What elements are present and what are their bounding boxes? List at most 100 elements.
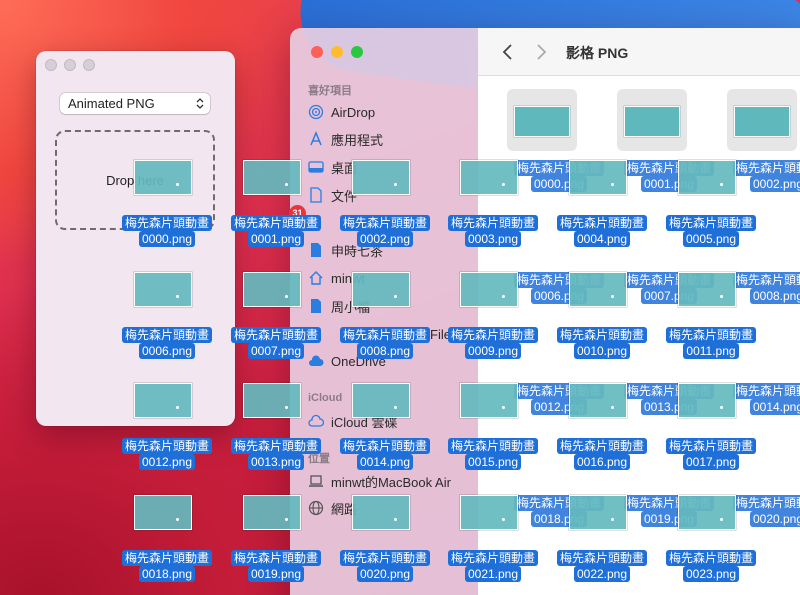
- minimize-button[interactable]: [64, 59, 76, 71]
- file-name-number: 0005.png: [682, 231, 740, 247]
- file-thumbnail: [352, 383, 410, 418]
- file-thumbnail: [460, 495, 518, 530]
- file-name-prefix: 梅先森片頭動畫: [121, 215, 212, 231]
- file-name-prefix: 梅先森片頭動畫: [230, 550, 321, 566]
- file-name-number: 0020.png: [356, 566, 414, 582]
- file-name-prefix: 梅先森片頭動畫: [665, 550, 756, 566]
- file-name-prefix: 梅先森片頭動畫: [447, 438, 538, 454]
- favorites-header: 喜好項目: [308, 85, 352, 97]
- sidebar-item-label: 應用程式: [331, 132, 384, 148]
- dragged-file[interactable]: 梅先森片頭動畫 0007.png: [226, 272, 336, 370]
- file-label: 梅先森片頭動畫 0003.png: [443, 215, 543, 247]
- back-icon[interactable]: [500, 42, 516, 62]
- dragged-file[interactable]: 梅先森片頭動畫 0003.png: [443, 160, 553, 258]
- file-label: 梅先森片頭動畫 0017.png: [661, 438, 761, 470]
- file-label: 梅先森片頭動畫 0011.png: [661, 327, 761, 359]
- file-name-number: 0003.png: [464, 231, 522, 247]
- file-name-number: 0023.png: [682, 566, 740, 582]
- file-thumbnail: [569, 383, 627, 418]
- file-label: 梅先森片頭動畫 0009.png: [443, 327, 543, 359]
- dragged-file[interactable]: 梅先森片頭動畫 0021.png: [443, 495, 553, 593]
- file-name-prefix: 梅先森片頭動畫: [121, 327, 212, 343]
- close-button[interactable]: [45, 59, 57, 71]
- file-label: 梅先森片頭動畫0020.png: [335, 550, 435, 582]
- file-name-number: 0011.png: [683, 343, 739, 359]
- dragged-file[interactable]: 梅先森片頭動畫 0006.png: [117, 272, 227, 370]
- dragged-file[interactable]: 梅先森片頭動畫 0009.png: [443, 272, 553, 370]
- file-thumbnail: [678, 383, 736, 418]
- format-select-value: Animated PNG: [68, 96, 155, 111]
- dragged-file[interactable]: 梅先森片頭動畫 0004.png: [552, 160, 662, 258]
- file-name-number: 0017.png: [682, 454, 740, 470]
- file-name-number: 0000.png: [138, 231, 196, 247]
- dragged-file[interactable]: 梅先森片頭動畫 0005.png: [661, 160, 771, 258]
- file-name-prefix: 梅先森片頭動畫: [339, 438, 430, 454]
- chevron-updown-icon: [196, 98, 204, 109]
- dragged-file[interactable]: 梅先森片頭動畫 0019.png: [226, 495, 336, 593]
- dragged-file[interactable]: 梅先森片頭動畫 0018.png: [117, 495, 227, 593]
- sidebar-item-label: AirDrop: [331, 104, 376, 120]
- dragged-file[interactable]: 梅先森片頭動畫 0010.png: [552, 272, 662, 370]
- file-label: 梅先森片頭動畫 0023.png: [661, 550, 761, 582]
- file-thumbnail: [569, 495, 627, 530]
- file-name-prefix: 梅先森片頭動畫: [230, 438, 321, 454]
- file-name-prefix: 梅先森片頭動畫: [447, 327, 538, 343]
- file-thumbnail: [352, 272, 410, 307]
- dragged-file[interactable]: 梅先森片頭動畫 0016.png: [552, 383, 662, 481]
- file-name-prefix: 梅先森片頭動畫: [121, 550, 212, 566]
- dragged-file[interactable]: 梅先森片頭動畫 0015.png: [443, 383, 553, 481]
- dragged-file[interactable]: 梅先森片頭動畫 0002.png: [335, 160, 445, 258]
- file-label: 梅先森片頭動畫 0007.png: [226, 327, 326, 359]
- file-thumbnail: [243, 160, 301, 195]
- applications-icon: [310, 131, 322, 146]
- dragged-file[interactable]: 梅先森片頭動畫 0008.png: [335, 272, 445, 370]
- file-name-prefix: 梅先森片頭動畫: [339, 215, 430, 231]
- zoom-button[interactable]: [83, 59, 95, 71]
- minimize-button[interactable]: [331, 46, 343, 58]
- dragged-file[interactable]: 梅先森片頭動畫 0011.png: [661, 272, 771, 370]
- airdrop-icon: [308, 104, 324, 120]
- zoom-button[interactable]: [351, 46, 363, 58]
- file-thumbnail: [460, 383, 518, 418]
- file-thumbnail: [460, 272, 518, 307]
- file-label: 梅先森片頭動畫 0016.png: [552, 438, 652, 470]
- format-select[interactable]: Animated PNG: [60, 93, 210, 114]
- file-thumbnail: [243, 272, 301, 307]
- dragged-file[interactable]: 梅先森片頭動畫 0020.png: [335, 495, 445, 593]
- sidebar-item-airdrop[interactable]: AirDrop: [308, 102, 375, 122]
- file-thumbnail: [569, 272, 627, 307]
- sidebar-item-applications[interactable]: 應用程式: [308, 129, 383, 149]
- dragged-file[interactable]: 梅先森片頭動畫 0022.png: [552, 495, 662, 593]
- file-name-number: 0008.png: [356, 343, 414, 359]
- file-name-prefix: 梅先森片頭動畫: [447, 550, 538, 566]
- file-name-prefix: 梅先森片頭動畫: [556, 327, 647, 343]
- file-label: 梅先森片頭動畫0008.png: [335, 327, 435, 359]
- file-label: 梅先森片頭動畫 0012.png: [117, 438, 217, 470]
- dragged-file[interactable]: 梅先森片頭動畫 0012.png: [117, 383, 227, 481]
- close-button[interactable]: [311, 46, 323, 58]
- file-thumbnail: [569, 160, 627, 195]
- dragged-file[interactable]: 梅先森片頭動畫 0017.png: [661, 383, 771, 481]
- file-name-number: 0022.png: [573, 566, 631, 582]
- file-label: 梅先森片頭動畫 0006.png: [117, 327, 217, 359]
- file-name-number: 0009.png: [464, 343, 522, 359]
- finder-toolbar: 影格 PNG: [478, 28, 800, 76]
- dragged-file[interactable]: 梅先森片頭動畫 0000.png: [117, 160, 227, 258]
- file-name-number: 0002.png: [356, 231, 414, 247]
- file-name-number: 0007.png: [247, 343, 305, 359]
- dragged-file[interactable]: 梅先森片頭動畫 0013.png: [226, 383, 336, 481]
- file-thumbnail: [460, 160, 518, 195]
- file-label: 梅先森片頭動畫 0004.png: [552, 215, 652, 247]
- file-label: 梅先森片頭動畫0014.png: [335, 438, 435, 470]
- forward-icon[interactable]: [533, 42, 549, 62]
- file-label: 梅先森片頭動畫 0000.png: [117, 215, 217, 247]
- dragged-file[interactable]: 梅先森片頭動畫 0001.png: [226, 160, 336, 258]
- file-name-number: 0021.png: [464, 566, 522, 582]
- file-name-prefix: 梅先森片頭動畫: [447, 215, 538, 231]
- file-name-number: 0001.png: [247, 231, 305, 247]
- file-name-number: 0015.png: [464, 454, 522, 470]
- file-name-number: 0012.png: [138, 454, 196, 470]
- dragged-file[interactable]: 梅先森片頭動畫 0023.png: [661, 495, 771, 593]
- dragged-file[interactable]: 梅先森片頭動畫 0014.png: [335, 383, 445, 481]
- file-label: 梅先森片頭動畫0002.png: [335, 215, 435, 247]
